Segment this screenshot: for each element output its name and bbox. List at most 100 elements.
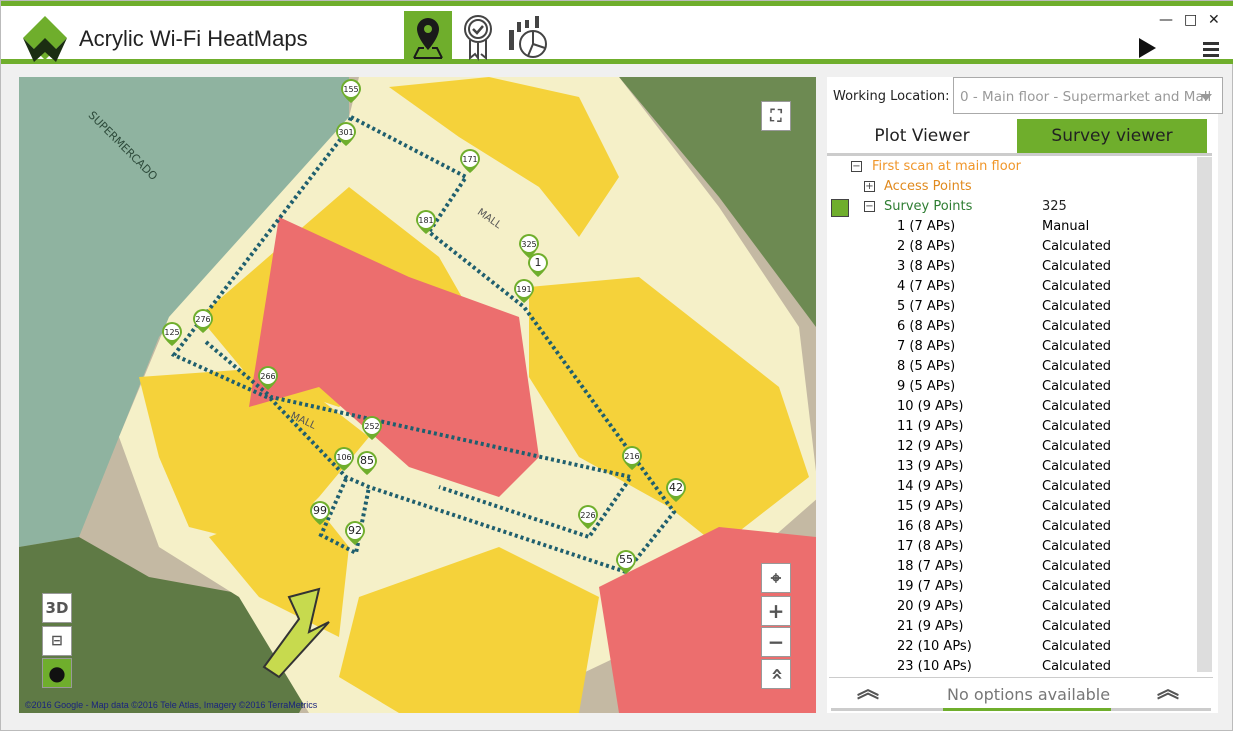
locate-button[interactable]: ⌖: [761, 563, 791, 593]
chevron-up-icon[interactable]: ︽: [1157, 680, 1179, 702]
hamburger-menu-icon[interactable]: [1203, 42, 1219, 60]
survey-point-type: Calculated: [1042, 599, 1111, 614]
chevron-up-icon[interactable]: ︽: [857, 680, 879, 702]
survey-point-row[interactable]: 8 (5 APs) Calculated: [897, 357, 1197, 377]
minimize-button[interactable]: —: [1159, 12, 1173, 28]
expand-icon[interactable]: +: [864, 181, 875, 192]
survey-point-type: Calculated: [1042, 479, 1111, 494]
survey-point-label: 10 (9 APs): [897, 399, 964, 414]
survey-point-type: Calculated: [1042, 539, 1111, 554]
survey-point-label: 16 (8 APs): [897, 519, 964, 534]
chevron-down-icon: [1200, 94, 1212, 101]
survey-point-label: 21 (9 APs): [897, 619, 964, 634]
tree-survey-points-node[interactable]: − Survey Points 325: [864, 197, 1194, 217]
working-location-select[interactable]: 0 - Main floor - Supermarket and Mall: [953, 77, 1223, 114]
survey-point-row[interactable]: 2 (8 APs) Calculated: [897, 237, 1197, 257]
survey-point-type: Calculated: [1042, 659, 1111, 672]
survey-point-label: 11 (9 APs): [897, 419, 964, 434]
survey-point-row[interactable]: 9 (5 APs) Calculated: [897, 377, 1197, 397]
marker-label: 55: [619, 553, 633, 566]
working-location-value: 0 - Main floor - Supermarket and Mall: [960, 89, 1212, 105]
maximize-button[interactable]: □: [1184, 12, 1197, 28]
floorplan-button[interactable]: ⊟: [42, 626, 72, 656]
survey-point-row[interactable]: 15 (9 APs) Calculated: [897, 497, 1197, 517]
fullscreen-button[interactable]: ⛶: [761, 101, 791, 131]
survey-point-type: Calculated: [1042, 279, 1111, 294]
tree-access-points-node[interactable]: + Access Points: [864, 177, 972, 197]
play-icon[interactable]: [1139, 38, 1156, 58]
survey-point-label: 4 (7 APs): [897, 279, 956, 294]
close-button[interactable]: ✕: [1208, 12, 1220, 28]
survey-point-type: Calculated: [1042, 299, 1111, 314]
survey-point-row[interactable]: 7 (8 APs) Calculated: [897, 337, 1197, 357]
marker-label: 42: [669, 481, 683, 494]
marker-label: 252: [364, 422, 379, 431]
survey-point-label: 17 (8 APs): [897, 539, 964, 554]
app-logo-icon: [23, 16, 67, 62]
certificate-icon: [464, 15, 492, 61]
map-view[interactable]: 155 301 171 181 325 1 191 276 125 266 252 106 85 216 4…: [19, 77, 816, 713]
survey-point-label: 23 (10 APs): [897, 659, 972, 672]
survey-point-type: Manual: [1042, 219, 1090, 234]
survey-point-row[interactable]: 6 (8 APs) Calculated: [897, 317, 1197, 337]
survey-point-row[interactable]: 14 (9 APs) Calculated: [897, 477, 1197, 497]
survey-point-row[interactable]: 17 (8 APs) Calculated: [897, 537, 1197, 557]
collapse-icon[interactable]: −: [851, 161, 862, 172]
survey-point-row[interactable]: 11 (9 APs) Calculated: [897, 417, 1197, 437]
survey-point-row[interactable]: 20 (9 APs) Calculated: [897, 597, 1197, 617]
survey-point-label: 8 (5 APs): [897, 359, 956, 374]
marker-label: 1: [535, 256, 542, 269]
tab-plot-viewer[interactable]: Plot Viewer: [827, 119, 1017, 153]
globe-button[interactable]: ●: [42, 658, 72, 688]
survey-point-label: 22 (10 APs): [897, 639, 972, 654]
survey-point-row[interactable]: 21 (9 APs) Calculated: [897, 617, 1197, 637]
survey-tree[interactable]: − First scan at main floor + Access Points…: [827, 157, 1199, 672]
marker-label: 216: [624, 452, 639, 461]
survey-point-row[interactable]: 3 (8 APs) Calculated: [897, 257, 1197, 277]
app-title: Acrylic Wi-Fi HeatMaps: [79, 26, 308, 51]
survey-point-type: Calculated: [1042, 519, 1111, 534]
survey-point-row[interactable]: 19 (7 APs) Calculated: [897, 577, 1197, 597]
survey-point-label: 1 (7 APs): [897, 219, 956, 234]
survey-point-row[interactable]: 12 (9 APs) Calculated: [897, 437, 1197, 457]
survey-point-label: 20 (9 APs): [897, 599, 964, 614]
survey-point-type: Calculated: [1042, 419, 1111, 434]
survey-point-row[interactable]: 23 (10 APs) Calculated: [897, 657, 1197, 672]
survey-points-color-swatch[interactable]: [831, 199, 849, 217]
survey-point-row[interactable]: 13 (9 APs) Calculated: [897, 457, 1197, 477]
nav-reports-button[interactable]: [506, 11, 554, 63]
marker-label: 181: [418, 216, 433, 225]
survey-point-label: 7 (8 APs): [897, 339, 956, 354]
survey-point-label: 9 (5 APs): [897, 379, 956, 394]
marker-label: 106: [336, 453, 351, 462]
survey-point-row[interactable]: 5 (7 APs) Calculated: [897, 297, 1197, 317]
marker-label: 92: [348, 524, 362, 537]
survey-point-row[interactable]: 4 (7 APs) Calculated: [897, 277, 1197, 297]
map-canvas[interactable]: 155 301 171 181 325 1 191 276 125 266 252 106 85 216 4…: [19, 77, 816, 713]
marker-label: 325: [521, 240, 536, 249]
3d-view-button[interactable]: 3D: [42, 593, 72, 623]
tree-scrollbar[interactable]: [1197, 157, 1212, 672]
marker-label: 276: [195, 315, 210, 324]
zoom-in-button[interactable]: +: [761, 596, 791, 626]
collapse-icon[interactable]: −: [864, 201, 875, 212]
survey-point-type: Calculated: [1042, 379, 1111, 394]
survey-point-row[interactable]: 16 (8 APs) Calculated: [897, 517, 1197, 537]
nav-certificate-button[interactable]: [454, 11, 502, 63]
survey-point-row[interactable]: 22 (10 APs) Calculated: [897, 637, 1197, 657]
survey-point-row[interactable]: 18 (7 APs) Calculated: [897, 557, 1197, 577]
zoom-out-button[interactable]: −: [761, 627, 791, 657]
tab-survey-viewer[interactable]: Survey viewer: [1017, 119, 1207, 153]
survey-point-type: Calculated: [1042, 259, 1111, 274]
survey-point-row[interactable]: 10 (9 APs) Calculated: [897, 397, 1197, 417]
nav-map-button[interactable]: [404, 11, 452, 63]
collapse-button[interactable]: »: [761, 659, 791, 689]
survey-point-type: Calculated: [1042, 319, 1111, 334]
marker-label: 155: [343, 85, 358, 94]
viewer-tabs: Plot Viewer Survey viewer: [827, 119, 1212, 156]
survey-point-type: Calculated: [1042, 499, 1111, 514]
tree-scan-node[interactable]: − First scan at main floor: [851, 157, 1021, 177]
survey-point-row[interactable]: 1 (7 APs) Manual: [897, 217, 1197, 237]
marker-label: 85: [360, 454, 374, 467]
marker-label: 191: [516, 285, 531, 294]
